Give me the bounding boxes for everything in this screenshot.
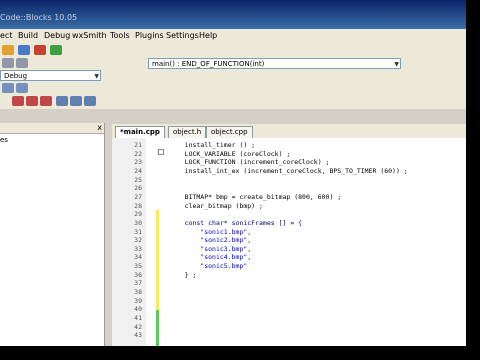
build-target-value: Debug: [4, 72, 28, 80]
code-editor[interactable]: 21 install_timer () ; 22 LOCK_VARIABLE (c…: [112, 138, 466, 346]
line-number: 41: [134, 314, 142, 322]
code-line[interactable]: } ;: [169, 271, 197, 279]
line-number: 36: [134, 270, 142, 279]
find-icon[interactable]: [2, 58, 14, 68]
run-icon[interactable]: [50, 45, 62, 55]
step-into-icon[interactable]: [40, 96, 52, 106]
line-number: 29: [134, 210, 142, 219]
line-number: 31: [134, 227, 142, 236]
code-line[interactable]: "sonic3.bmp",: [169, 245, 251, 253]
chevron-down-icon: ▼: [394, 61, 399, 68]
menu-edit[interactable]: ect: [0, 31, 12, 40]
replace-icon[interactable]: [16, 58, 28, 68]
changed-lines-marker: [156, 210, 159, 310]
management-panel: x es: [0, 123, 105, 346]
function-selector[interactable]: main() : END_OF_FUNCTION(int) ▼: [148, 58, 401, 69]
tab-object-h[interactable]: object.h: [168, 126, 207, 138]
compiler-toolbar: Debug ▼: [0, 69, 466, 82]
menu-debug[interactable]: Debug: [44, 31, 70, 40]
code-line[interactable]: LOCK_FUNCTION (increment_coreClock) ;: [169, 158, 330, 166]
close-icon[interactable]: x: [97, 123, 102, 132]
stop-debugger-icon[interactable]: [84, 96, 96, 106]
menu-build[interactable]: Build: [18, 31, 38, 40]
save-icon[interactable]: [18, 45, 30, 55]
title-bar: Code::Blocks 10.05: [0, 0, 466, 29]
line-number: 30: [134, 218, 142, 227]
line-number: 21: [134, 141, 142, 149]
line-number: 25: [134, 175, 142, 184]
line-number: 35: [134, 262, 142, 271]
open-icon[interactable]: [2, 45, 14, 55]
panel-header: x: [0, 123, 104, 134]
menu-wxsmith[interactable]: wxSmith: [72, 31, 107, 40]
debug-run-icon[interactable]: [2, 83, 14, 93]
line-number: 27: [134, 192, 142, 201]
menu-bar: ect Build Debug wxSmith Tools Plugins Se…: [0, 29, 466, 43]
code-line[interactable]: "sonic1.bmp",: [169, 228, 251, 236]
menu-settings[interactable]: Settings: [166, 31, 199, 40]
chevron-down-icon: ▼: [94, 73, 99, 80]
line-number: 42: [134, 322, 142, 331]
debug-toolbar-1: [0, 82, 466, 94]
line-number: 26: [134, 184, 142, 193]
build-target-select[interactable]: Debug ▼: [0, 70, 101, 81]
next-instruction-icon[interactable]: [70, 96, 82, 106]
line-number: 22: [134, 149, 142, 158]
line-number: 34: [134, 253, 142, 262]
screen: Code::Blocks 10.05 ect Build Debug wxSmi…: [0, 0, 480, 360]
code-line[interactable]: "sonic5.bmp": [169, 262, 247, 270]
line-number: 33: [134, 244, 142, 253]
window-title: Code::Blocks 10.05: [0, 13, 78, 22]
fold-marker-icon[interactable]: [158, 149, 164, 155]
code-line[interactable]: LOCK_VARIABLE (coreClock) ;: [169, 150, 291, 158]
line-number: 43: [134, 331, 142, 340]
line-number: 23: [134, 158, 142, 167]
step-back-icon[interactable]: [12, 96, 24, 106]
line-number: 28: [134, 201, 142, 210]
line-number: 40: [134, 305, 142, 314]
run-to-cursor-icon[interactable]: [16, 83, 28, 93]
ide-window: Code::Blocks 10.05 ect Build Debug wxSmi…: [0, 0, 466, 346]
line-number: 38: [134, 288, 142, 297]
code-line[interactable]: BITMAP* bmp = create_bitmap (800, 600) ;: [169, 193, 342, 201]
code-line[interactable]: clear_bitmap (bmp) ;: [169, 202, 263, 210]
main-toolbar: [0, 43, 466, 57]
step-out-icon[interactable]: [56, 96, 68, 106]
step-over-icon[interactable]: [26, 96, 38, 106]
debug-toolbar-2: [0, 94, 466, 109]
menu-plugins[interactable]: Plugins: [135, 31, 164, 40]
line-number: 32: [134, 236, 142, 245]
code-line[interactable]: "sonic4.bmp",: [169, 253, 251, 261]
code-line[interactable]: install_timer () ;: [169, 141, 255, 149]
saved-lines-marker: [156, 310, 159, 346]
stop-icon[interactable]: [34, 45, 46, 55]
search-toolbar: main() : END_OF_FUNCTION(int) ▼: [0, 57, 466, 69]
editor-tabs: *main.cpp object.h object.cpp: [112, 124, 466, 138]
line-number: 37: [134, 279, 142, 288]
line-number: 39: [134, 296, 142, 305]
panel-tab-label[interactable]: es: [0, 136, 8, 144]
menu-help[interactable]: Help: [199, 31, 217, 40]
code-line[interactable]: install_int_ex (increment_coreClock, BPS…: [169, 167, 408, 175]
code-line[interactable]: const char* sonicFrames [] = {: [169, 219, 302, 227]
function-selector-value: main() : END_OF_FUNCTION(int): [152, 60, 265, 68]
line-number: 24: [134, 166, 142, 175]
tab-object-cpp[interactable]: object.cpp: [206, 126, 253, 138]
menu-tools[interactable]: Tools: [110, 31, 130, 40]
tab-main-cpp[interactable]: *main.cpp: [115, 126, 165, 138]
code-line[interactable]: "sonic2.bmp",: [169, 236, 251, 244]
